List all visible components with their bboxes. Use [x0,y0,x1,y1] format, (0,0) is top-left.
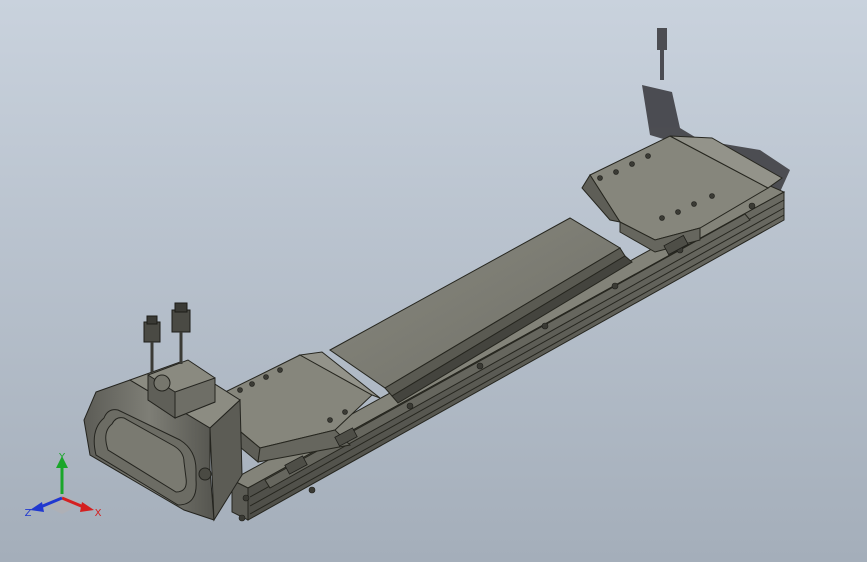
x-axis-label: X [95,508,102,519]
z-axis-head [30,502,44,512]
x-axis-head [80,502,94,512]
z-axis-label: Z [25,508,32,519]
y-axis-label: Y [58,452,66,463]
graphics-viewport[interactable]: Y X Z [0,0,867,562]
model-scene[interactable] [0,0,867,562]
coordinate-triad: Y X Z [25,452,102,519]
